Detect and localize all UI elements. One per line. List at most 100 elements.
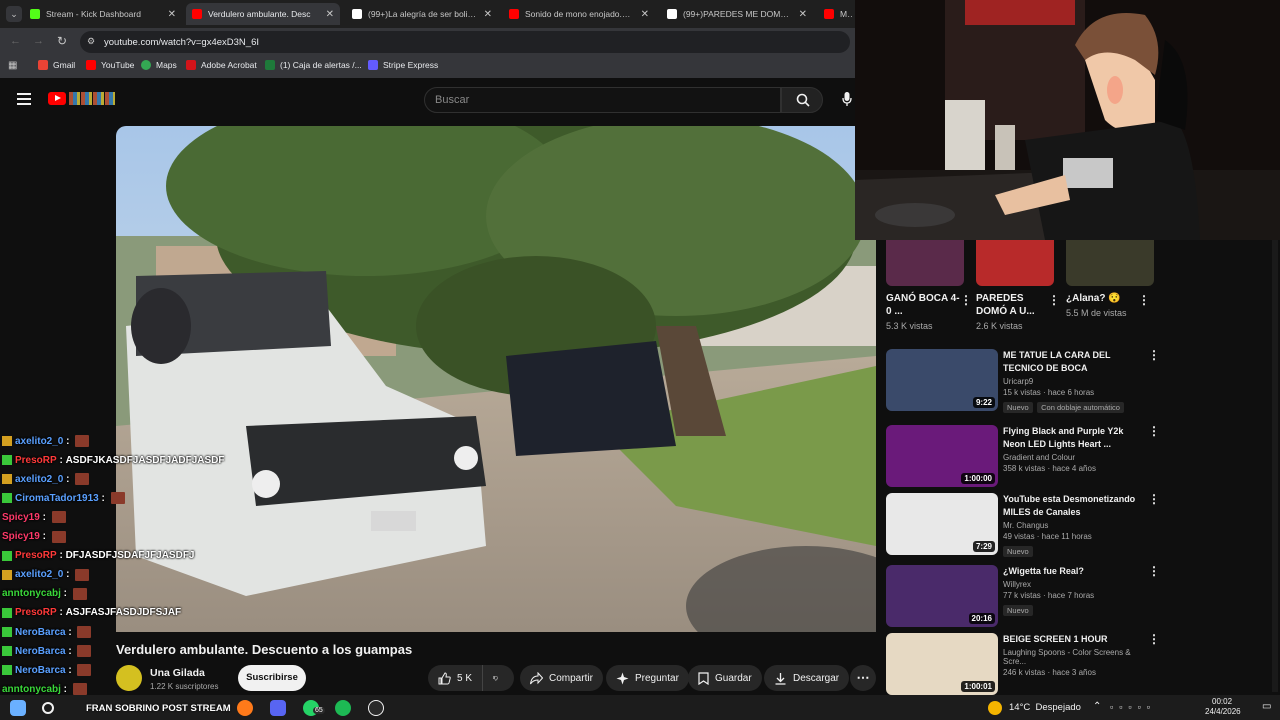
- chat-separator: :: [63, 473, 73, 485]
- short-title: GANÓ BOCA 4-0 ...: [886, 293, 960, 317]
- recommended-video[interactable]: 1:00:01 BEIGE SCREEN 1 HOUR Laughing Spoon…: [886, 633, 1160, 697]
- tab-search-button[interactable]: ⌄: [6, 6, 22, 22]
- browser-tab[interactable]: Stream - Kick Dashboard ✕: [24, 3, 182, 25]
- short-card[interactable]: GANÓ BOCA 4-0 ... 5.3 K vistas: [886, 240, 964, 331]
- tab-close-icon[interactable]: ✕: [641, 9, 649, 20]
- channel-name[interactable]: Una Gilada: [150, 667, 205, 679]
- tab-favicon-icon: [352, 9, 362, 19]
- chat-separator: :: [56, 454, 66, 466]
- short-thumbnail: [976, 240, 1054, 286]
- search-input[interactable]: Buscar: [424, 87, 781, 113]
- video-channel: Uricarp9: [1003, 377, 1034, 386]
- bookmark-adobe-acrobat[interactable]: Adobe Acrobat: [186, 60, 257, 70]
- system-tray-chevron-icon[interactable]: ⌃: [1093, 701, 1101, 712]
- download-button[interactable]: Descargar: [764, 665, 850, 691]
- tab-close-icon[interactable]: ✕: [168, 9, 176, 20]
- bookmark-youtube[interactable]: YouTube: [86, 60, 134, 70]
- chat-separator: :: [98, 492, 108, 504]
- browser-tab[interactable]: Verdulero ambulante. Desc ✕: [186, 3, 340, 25]
- reload-icon[interactable]: ↻: [57, 34, 67, 48]
- more-vertical-icon[interactable]: ⋮: [1148, 349, 1160, 361]
- chat-username: PresoRP: [15, 607, 57, 619]
- youtube-logo[interactable]: [48, 92, 66, 105]
- tab-favicon-icon: [192, 9, 202, 19]
- video-duration: 7:29: [972, 541, 995, 552]
- chat-message: PresoRP : DFJASDFJSDAFJFJASDFJ: [2, 548, 195, 564]
- spotify-icon[interactable]: [335, 700, 351, 716]
- bookmark-stripe[interactable]: Stripe Express: [368, 60, 438, 70]
- more-vertical-icon[interactable]: ⋮: [1148, 633, 1160, 645]
- bookmark-alerts[interactable]: (1) Caja de alertas /...: [265, 60, 362, 70]
- chat-badge-icon: [2, 474, 12, 485]
- browser-tab[interactable]: Sonido de mono enojado.mp4 ✕: [503, 3, 655, 25]
- tab-close-icon[interactable]: ✕: [326, 9, 334, 20]
- chat-text: DFJASDFJSDAFJFJASDFJ: [65, 550, 195, 562]
- video-frame: [116, 126, 876, 632]
- back-icon[interactable]: ←: [10, 35, 21, 47]
- more-vertical-icon[interactable]: ⋮: [1048, 294, 1060, 306]
- dislike-button[interactable]: [482, 665, 514, 691]
- chat-badge-icon: [2, 436, 12, 446]
- more-vertical-icon[interactable]: ⋮: [1148, 425, 1160, 437]
- windows-start-icon[interactable]: [10, 700, 26, 716]
- menu-icon[interactable]: [17, 93, 31, 105]
- short-views: 5.3 K vistas: [886, 321, 933, 331]
- share-button[interactable]: Compartir: [520, 665, 603, 691]
- page-scrollbar-track[interactable]: [1272, 240, 1278, 692]
- notifications-icon[interactable]: ▭: [1262, 701, 1271, 712]
- short-card[interactable]: PAREDES DOMÓ A U... 2.6 K vistas: [976, 240, 1054, 331]
- weather-text[interactable]: 14°C Despejado: [1009, 702, 1081, 713]
- windows-taskbar: FRAN SOBRINO POST STREAM 65 14°C Despeja…: [0, 695, 1280, 720]
- chat-text: ASJFASJFASDJDFSJAF: [65, 607, 182, 619]
- apps-grid-icon[interactable]: ▦: [8, 60, 17, 71]
- chat-message: PresoRP : ASDFJKASDFJASDFJADFJASDF: [2, 452, 224, 468]
- chat-username: PresoRP: [15, 454, 57, 466]
- forward-icon[interactable]: →: [33, 35, 44, 47]
- more-vertical-icon[interactable]: ⋮: [960, 294, 972, 306]
- chat-username: Spicy19: [2, 511, 40, 523]
- new-badge: Nuevo: [1003, 605, 1033, 616]
- tab-label: Stream - Kick Dashboard: [46, 9, 141, 19]
- more-vertical-icon[interactable]: ⋮: [1148, 493, 1160, 505]
- browser-tab[interactable]: (99+)La alegría de ser bolivian ✕: [346, 3, 498, 25]
- firefox-icon[interactable]: [237, 700, 253, 716]
- site-info-icon[interactable]: ⚙: [87, 36, 95, 47]
- more-vertical-icon[interactable]: ⋮: [1148, 565, 1160, 577]
- channel-avatar[interactable]: [116, 665, 142, 691]
- bookmark-maps[interactable]: Maps: [141, 60, 177, 70]
- save-button[interactable]: Guardar: [688, 665, 762, 691]
- like-button[interactable]: 5 K: [428, 665, 482, 691]
- search-button[interactable]: [781, 87, 823, 113]
- short-views: 2.6 K vistas: [976, 321, 1023, 331]
- search-taskbar-icon[interactable]: [42, 702, 54, 714]
- browser-tab[interactable]: ME T: [818, 3, 858, 25]
- video-channel: Mr. Changus: [1003, 521, 1049, 530]
- browser-tab[interactable]: (99+)PAREDES ME DOMÓ #par ✕: [661, 3, 813, 25]
- more-vertical-icon[interactable]: ⋮: [1138, 294, 1150, 306]
- recommended-video[interactable]: 20:16 ¿Wigetta fue Real? Willyrex 77 k vist…: [886, 565, 1160, 629]
- tab-close-icon[interactable]: ✕: [799, 9, 807, 20]
- bookmark-gmail[interactable]: Gmail: [38, 60, 75, 70]
- url-field[interactable]: ⚙ youtube.com/watch?v=gx4exD3N_6I: [80, 31, 850, 53]
- discord-icon[interactable]: [270, 700, 286, 716]
- more-actions-button[interactable]: ⋯: [850, 665, 876, 691]
- recommended-video[interactable]: 1:00:00 Flying Black and Purple Y2k Neon …: [886, 425, 1160, 489]
- video-channel: Gradient and Colour: [1003, 453, 1076, 462]
- microphone-icon[interactable]: [842, 92, 852, 106]
- video-player[interactable]: [116, 126, 876, 632]
- system-tray-icons[interactable]: ▫▫▫▫▫: [1110, 702, 1156, 712]
- subscribe-button[interactable]: Suscribirse: [238, 665, 306, 691]
- video-thumbnail: 7:29: [886, 493, 998, 555]
- recommended-video[interactable]: 7:29 YouTube esta Desmonetizando MILES de…: [886, 493, 1160, 557]
- recommended-video[interactable]: 9:22 ME TATUE LA CARA DEL TECNICO DE BOCA…: [886, 349, 1160, 413]
- video-info: Flying Black and Purple Y2k Neon LED Lig…: [1003, 425, 1143, 473]
- video-meta: 246 k vistas · hace 3 años: [1003, 668, 1096, 677]
- clock-time[interactable]: 00:02: [1212, 697, 1232, 706]
- clock-date[interactable]: 24/4/2026: [1205, 707, 1241, 716]
- ask-button[interactable]: Preguntar: [606, 665, 689, 691]
- chat-username: anntonycabj: [2, 683, 61, 695]
- chat-username: anntonycabj: [2, 588, 61, 600]
- stream-caption: FRAN SOBRINO POST STREAM: [86, 703, 231, 714]
- tab-close-icon[interactable]: ✕: [484, 9, 492, 20]
- obs-icon[interactable]: [368, 700, 384, 716]
